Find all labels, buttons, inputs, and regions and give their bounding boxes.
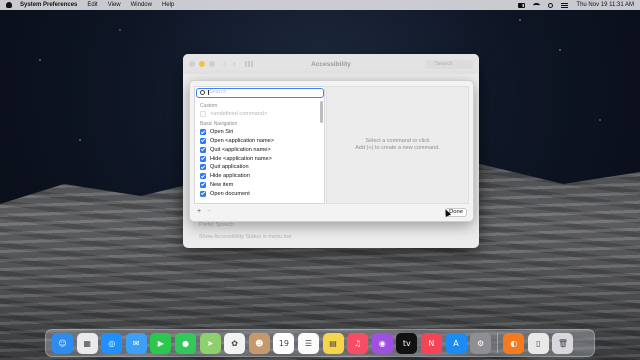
- checkbox[interactable]: [200, 155, 206, 162]
- bg-option-prefer-speech: Prefer Speech: [199, 222, 235, 228]
- dock: ☺ ▦ ◎ ✉ ▶ ● ➤ ✿ ☻ 19 ☰ ▤ ♫ ◉ tv N A ⚙ ◐ ▯ 🗑: [45, 329, 595, 357]
- dock-app-store-icon[interactable]: A: [445, 332, 467, 354]
- add-remove-controls: + −: [194, 208, 216, 216]
- checkbox[interactable]: [200, 146, 206, 153]
- zoom-button[interactable]: [209, 61, 215, 67]
- spotlight-icon[interactable]: [548, 2, 554, 8]
- list-item-label: Open document: [210, 190, 250, 197]
- list-item[interactable]: Hide application: [195, 172, 317, 181]
- menu-view[interactable]: View: [108, 2, 121, 8]
- window-controls: [189, 61, 215, 67]
- dock-news-icon[interactable]: N: [420, 332, 442, 354]
- dock-podcasts-icon[interactable]: ◉: [371, 332, 393, 354]
- dock-separator: [496, 333, 498, 353]
- checkbox[interactable]: [200, 181, 206, 188]
- back-forward-icon[interactable]: ‹ ›: [223, 61, 239, 68]
- list-item[interactable]: Open document: [195, 189, 317, 198]
- dock-contacts-icon[interactable]: ☻: [248, 332, 270, 354]
- checkbox[interactable]: [200, 173, 206, 180]
- list-item-label: New item: [210, 181, 234, 188]
- checkbox[interactable]: [200, 111, 206, 118]
- checkbox[interactable]: [200, 137, 206, 144]
- dock-tv-icon[interactable]: tv: [396, 332, 418, 354]
- minimize-button[interactable]: [199, 61, 205, 67]
- menu-help[interactable]: Help: [162, 2, 174, 8]
- show-all-grid-icon[interactable]: [244, 61, 253, 67]
- dock-firefox-icon[interactable]: ◐: [503, 332, 525, 354]
- list-item-label: Quit <application name>: [210, 146, 271, 153]
- list-scrollbar[interactable]: [320, 101, 323, 123]
- dock-mail-icon[interactable]: ✉: [125, 332, 147, 354]
- menu-edit[interactable]: Edit: [87, 2, 97, 8]
- wifi-icon[interactable]: [533, 2, 541, 8]
- list-item-label: Hide application: [210, 173, 250, 180]
- list-item-label: Hide <application name>: [210, 155, 272, 162]
- text-caret: [208, 90, 209, 95]
- dock-facetime-icon[interactable]: ▶: [150, 332, 172, 354]
- detail-placeholder-line2: Add (+) to create a new command.: [355, 145, 440, 151]
- list-item[interactable]: Open Siri: [195, 128, 317, 137]
- dock-documents-icon[interactable]: ▯: [527, 332, 549, 354]
- dock-trash-icon[interactable]: 🗑: [552, 332, 574, 354]
- list-item-label: Open Siri: [210, 129, 234, 136]
- list-item-label: Quit application: [210, 164, 249, 171]
- commands-list-pane: Search Custom <undefined command> Basic …: [194, 86, 325, 204]
- menu-bar: System Preferences Edit View Window Help…: [0, 0, 640, 10]
- app-menu[interactable]: System Preferences: [20, 2, 77, 8]
- checkbox[interactable]: [200, 129, 206, 136]
- menu-window[interactable]: Window: [131, 2, 152, 8]
- list-item[interactable]: Open <application name>: [195, 137, 317, 146]
- detail-placeholder-line1: Select a command or click: [365, 138, 430, 144]
- clock[interactable]: Thu Nov 19 11:31 AM: [576, 2, 634, 8]
- list-item[interactable]: Quit application: [195, 163, 317, 172]
- dock-safari-icon[interactable]: ◎: [101, 332, 123, 354]
- close-button[interactable]: [189, 61, 195, 67]
- dock-music-icon[interactable]: ♫: [347, 332, 369, 354]
- dock-calendar-icon[interactable]: 19: [273, 332, 295, 354]
- dock-messages-icon[interactable]: ●: [174, 332, 196, 354]
- dock-finder-icon[interactable]: ☺: [52, 332, 73, 354]
- control-center-icon[interactable]: [561, 2, 569, 8]
- dock-maps-icon[interactable]: ➤: [199, 332, 221, 354]
- list-item-label: <undefined command>: [210, 111, 268, 118]
- list-item[interactable]: Hide <application name>: [195, 154, 317, 163]
- dock-photos-icon[interactable]: ✿: [224, 332, 246, 354]
- list-item[interactable]: Quit <application name>: [195, 145, 317, 154]
- commands-sheet: Search Custom <undefined command> Basic …: [189, 80, 474, 222]
- list-item-label: Open <application name>: [210, 137, 275, 144]
- window-titlebar: ‹ › Accessibility Search: [183, 54, 479, 74]
- dock-reminders-icon[interactable]: ☰: [297, 332, 319, 354]
- command-detail-pane: Select a command or click Add (+) to cre…: [326, 86, 469, 204]
- remove-command-button[interactable]: −: [207, 208, 211, 216]
- search-placeholder: Search: [209, 89, 227, 95]
- dock-system-preferences-icon[interactable]: ⚙: [470, 332, 492, 354]
- battery-icon[interactable]: [518, 2, 526, 8]
- commands-search-input[interactable]: Search: [196, 88, 324, 98]
- commands-list: Custom <undefined command> Basic Navigat…: [195, 101, 317, 198]
- bg-option-status-menu: Show Accessibility Status in menu bar: [199, 234, 292, 240]
- status-area: Thu Nov 19 11:31 AM: [510, 2, 634, 8]
- checkbox[interactable]: [200, 190, 206, 197]
- list-item-undefined-command[interactable]: <undefined command>: [195, 110, 317, 119]
- list-item[interactable]: New item: [195, 181, 317, 190]
- dock-launchpad-icon[interactable]: ▦: [76, 332, 98, 354]
- section-header-basic-navigation: Basic Navigation: [200, 120, 238, 127]
- checkbox[interactable]: [200, 164, 206, 171]
- search-icon: [200, 90, 205, 95]
- section-header-custom: Custom: [200, 103, 218, 109]
- dock-notes-icon[interactable]: ▤: [322, 332, 344, 354]
- add-command-button[interactable]: +: [197, 208, 201, 216]
- apple-menu-icon[interactable]: [6, 2, 12, 8]
- window-search-field[interactable]: Search: [425, 59, 473, 69]
